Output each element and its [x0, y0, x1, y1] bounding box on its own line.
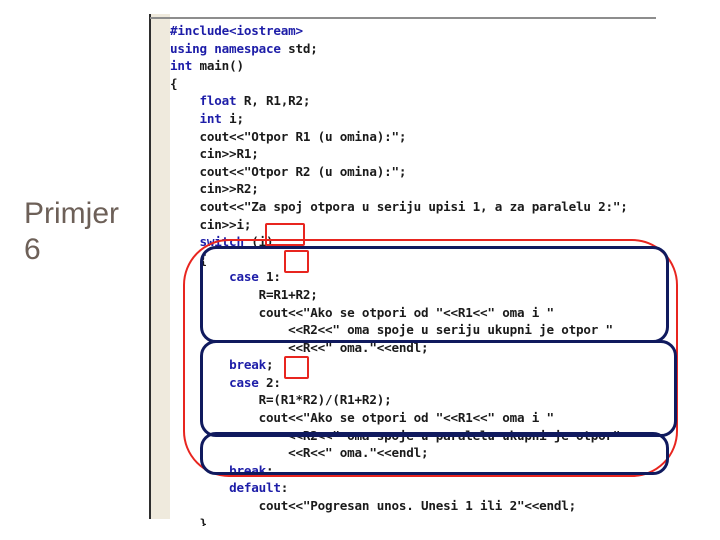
code-line: {: [170, 75, 720, 93]
code-line: cout<<"Otpor R1 (u omina):";: [170, 128, 720, 146]
code-line: int main(): [170, 57, 720, 75]
code-line: cin>>R2;: [170, 180, 720, 198]
code-line: float R, R1,R2;: [170, 92, 720, 110]
code-token: cin>>R1;: [170, 146, 259, 162]
code-line: <<R2<<" oma spoje u seriju ukupni je otp…: [170, 321, 720, 339]
code-token: cout<<"Otpor R2 (u omina):";: [170, 163, 407, 179]
code-token: cout<<"Ako se otpori od "<<R1<<" oma i ": [170, 304, 554, 320]
code-token: std;: [280, 40, 318, 56]
code-keyword: int: [199, 110, 222, 126]
code-screenshot-image: #include<iostream> using namespace std; in…: [148, 8, 720, 526]
slide-canvas: Primjer 6 #include<iostream> using namespa…: [0, 0, 720, 540]
code-line: cin>>i;: [170, 216, 720, 234]
code-token: <<R2<<" oma spoje u paralelu ukupni je o…: [170, 427, 621, 443]
editor-gutter: [151, 14, 170, 519]
code-keyword: int: [170, 58, 193, 74]
code-line: <<R2<<" oma spoje u paralelu ukupni je o…: [170, 427, 720, 445]
code-token: cout<<"Otpor R1 (u omina):";: [170, 128, 407, 144]
code-keyword: float: [199, 93, 237, 109]
code-token: <<R2<<" oma spoje u seriju ukupni je otp…: [170, 322, 613, 338]
source-code-text: #include<iostream> using namespace std; in…: [170, 22, 720, 526]
code-token: 2:: [258, 374, 281, 390]
code-token: :: [280, 480, 289, 496]
code-line: }: [170, 515, 720, 526]
code-token: cin>>i;: [170, 216, 252, 232]
code-line: R=(R1*R2)/(R1+R2);: [170, 391, 720, 409]
code-token: cout<<"Ako se otpori od "<<R1<<" oma i ": [170, 410, 554, 426]
code-line: #include<iostream>: [170, 22, 720, 40]
code-keyword: break: [229, 462, 266, 478]
code-line: int i;: [170, 110, 720, 128]
code-line: cout<<"Ako se otpori od "<<R1<<" oma i ": [170, 304, 720, 322]
code-line: cout<<"Za spoj otpora u seriju upisi 1, …: [170, 198, 720, 216]
code-line: R=R1+R2;: [170, 286, 720, 304]
code-token: R=R1+R2;: [170, 286, 318, 302]
code-line: <<R<<" oma."<<endl;: [170, 444, 720, 462]
code-keyword: using namespace: [170, 40, 281, 56]
code-token: cout<<"Pogresan unos. Unesi 1 ili 2"<<en…: [170, 498, 577, 514]
code-keyword: case: [229, 269, 259, 285]
code-line: default:: [170, 479, 720, 497]
code-keyword: default: [229, 480, 281, 496]
code-token: ;: [265, 462, 274, 478]
code-line: cout<<"Pogresan unos. Unesi 1 ili 2"<<en…: [170, 497, 720, 515]
code-line: {: [170, 251, 720, 269]
code-token: cin>>R2;: [170, 181, 259, 197]
code-line: switch (i): [170, 233, 720, 251]
code-keyword: break: [229, 357, 266, 373]
code-token: 1:: [258, 269, 281, 285]
code-token: R, R1,R2;: [236, 93, 311, 109]
code-line: using namespace std;: [170, 40, 720, 58]
code-line: cout<<"Otpor R2 (u omina):";: [170, 163, 720, 181]
code-token: i;: [221, 110, 244, 126]
code-line: cout<<"Ako se otpori od "<<R1<<" oma i ": [170, 409, 720, 427]
code-token: {: [170, 75, 178, 91]
code-keyword: #include<iostream>: [170, 23, 303, 38]
code-line: <<R<<" oma."<<endl;: [170, 339, 720, 357]
code-token: {: [170, 251, 208, 267]
code-token: }: [170, 515, 208, 526]
code-line: cin>>R1;: [170, 145, 720, 163]
code-token: <<R<<" oma."<<endl;: [170, 445, 429, 461]
code-token: ;: [265, 357, 274, 373]
code-token: <<R<<" oma."<<endl;: [170, 339, 429, 355]
code-token: cout<<"Za spoj otpora u seriju upisi 1, …: [170, 198, 628, 214]
code-token: R=(R1*R2)/(R1+R2);: [170, 392, 392, 408]
editor-top-rule: [150, 17, 656, 19]
code-token: main(): [192, 58, 245, 74]
code-line: break;: [170, 356, 720, 374]
code-token: (i): [243, 234, 274, 250]
code-keyword: case: [229, 374, 259, 390]
code-line: case 2:: [170, 374, 720, 392]
code-line: case 1:: [170, 268, 720, 286]
code-line: break;: [170, 462, 720, 480]
code-keyword: switch: [199, 234, 244, 250]
